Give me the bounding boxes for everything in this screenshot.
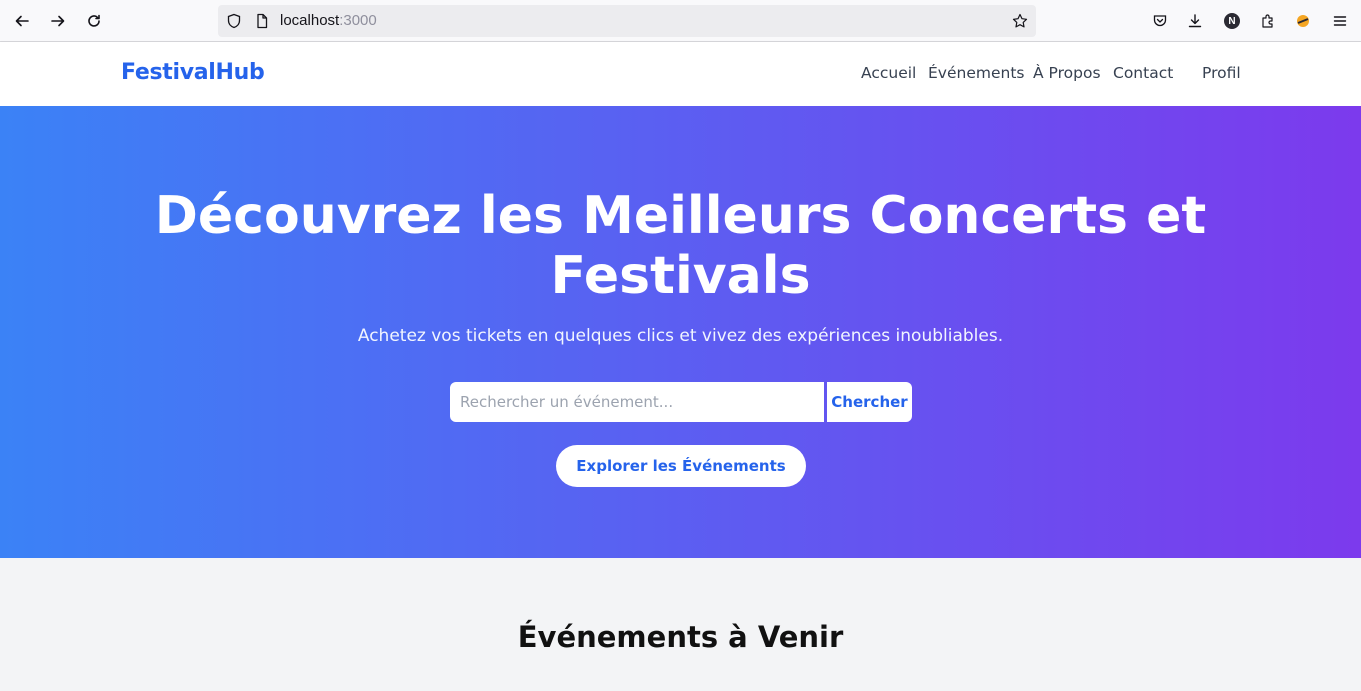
hero-title: Découvrez les Meilleurs Concerts et Fest… [154, 186, 1207, 306]
url-text[interactable]: localhost:3000 [280, 12, 377, 29]
search-input[interactable] [450, 382, 824, 422]
nav-link-evenements[interactable]: Événements [928, 64, 1024, 82]
account-avatar-icon: N [1224, 13, 1240, 29]
shield-icon[interactable] [226, 13, 242, 29]
puzzle-icon [1262, 14, 1273, 28]
site-logo[interactable]: FestivalHub [121, 60, 265, 85]
downloads-button[interactable] [1185, 11, 1205, 31]
reload-button[interactable] [82, 9, 106, 33]
reload-icon [88, 14, 100, 27]
url-host: localhost [280, 12, 340, 29]
account-button[interactable]: N [1222, 11, 1242, 31]
nav-link-accueil[interactable]: Accueil [861, 64, 916, 82]
hero-subtitle: Achetez vos tickets en quelques clics et… [357, 326, 1004, 346]
extensions-button[interactable] [1258, 11, 1278, 31]
site-header: FestivalHub Accueil Événements À Propos … [0, 42, 1361, 106]
hero-section: Découvrez les Meilleurs Concerts et Fest… [0, 106, 1361, 558]
download-icon [1188, 14, 1202, 28]
pocket-button[interactable] [1150, 11, 1170, 31]
browser-toolbar: localhost:3000 N [0, 0, 1361, 42]
hamburger-menu-icon [1333, 16, 1347, 26]
pocket-icon [1153, 15, 1167, 27]
url-bar[interactable]: localhost:3000 [218, 5, 1036, 37]
arrow-right-icon [51, 15, 65, 27]
extension-icon [1297, 15, 1309, 27]
explore-events-button[interactable]: Explorer les Événements [556, 445, 806, 487]
search-button[interactable]: Chercher [827, 382, 912, 422]
page-icon [257, 13, 268, 29]
forward-button[interactable] [46, 9, 70, 33]
arrow-left-icon [15, 15, 29, 27]
star-icon[interactable] [1012, 13, 1028, 29]
upcoming-events-title: Événements à Venir [517, 620, 844, 654]
nav-link-contact[interactable]: Contact [1113, 64, 1173, 82]
menu-button[interactable] [1330, 11, 1350, 31]
extension-button[interactable] [1293, 11, 1313, 31]
nav-link-a-propos[interactable]: À Propos [1033, 64, 1101, 82]
url-port: :3000 [339, 12, 377, 29]
nav-link-profil[interactable]: Profil [1202, 64, 1241, 82]
back-button[interactable] [10, 9, 34, 33]
